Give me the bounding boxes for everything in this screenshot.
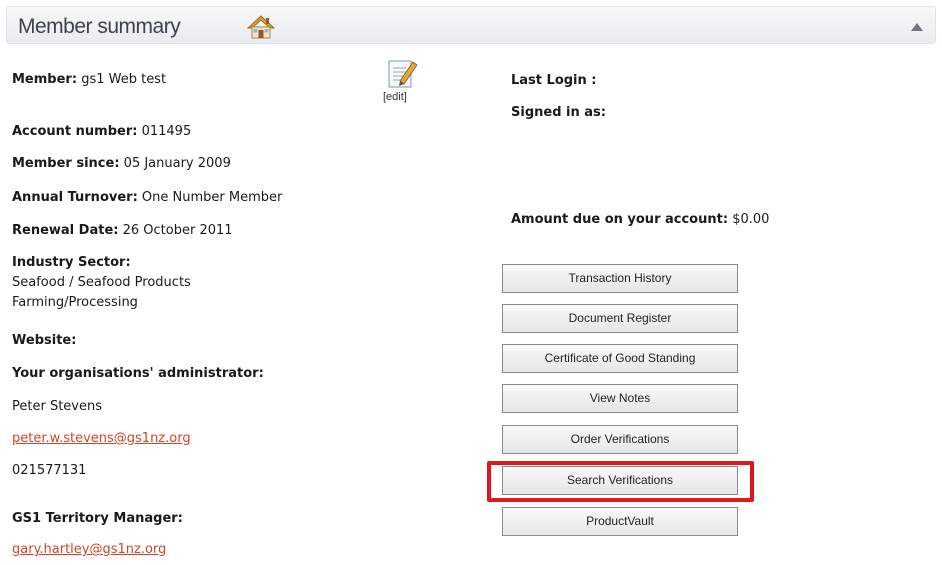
edit-link[interactable]: [edit] bbox=[383, 91, 407, 103]
account-row: Account number: 011495 bbox=[12, 122, 191, 142]
administrator-name: Peter Stevens bbox=[12, 399, 102, 414]
amount-due-row: Amount due on your account: $0.00 bbox=[511, 210, 769, 230]
administrator-phone: 021577131 bbox=[12, 463, 87, 478]
turnover-label: Annual Turnover: bbox=[12, 190, 138, 205]
account-label: Account number: bbox=[12, 124, 138, 139]
productvault-button[interactable]: ProductVault bbox=[502, 507, 738, 536]
signed-in-label: Signed in as: bbox=[511, 105, 606, 120]
document-register-button[interactable]: Document Register bbox=[502, 304, 738, 333]
amount-due-label: Amount due on your account: bbox=[511, 212, 729, 227]
renewal-label: Renewal Date: bbox=[12, 223, 119, 238]
member-since-row: Member since: 05 January 2009 bbox=[12, 154, 231, 174]
account-value: 011495 bbox=[141, 124, 192, 139]
member-summary-header: Member summary bbox=[6, 6, 936, 44]
administrator-label: Your organisations' administrator: bbox=[12, 366, 264, 381]
collapse-up-icon[interactable] bbox=[911, 23, 923, 31]
renewal-row: Renewal Date: 26 October 2011 bbox=[12, 221, 233, 241]
page-title: Member summary bbox=[18, 15, 181, 38]
highlight-box bbox=[487, 461, 754, 502]
industry-sector-line2: Farming/Processing bbox=[12, 295, 138, 310]
home-icon bbox=[247, 15, 275, 39]
industry-sector-line1: Seafood / Seafood Products bbox=[12, 275, 191, 290]
administrator-email-link[interactable]: peter.w.stevens@gs1nz.org bbox=[12, 429, 191, 449]
territory-manager-email-link[interactable]: gary.hartley@gs1nz.org bbox=[12, 540, 166, 560]
order-verifications-button[interactable]: Order Verifications bbox=[502, 425, 738, 454]
territory-manager-label: GS1 Territory Manager: bbox=[12, 511, 183, 526]
transaction-history-button[interactable]: Transaction History bbox=[502, 264, 738, 293]
member-since-value: 05 January 2009 bbox=[123, 156, 231, 171]
turnover-row: Annual Turnover: One Number Member bbox=[12, 188, 282, 208]
certificate-of-good-standing-button[interactable]: Certificate of Good Standing bbox=[502, 344, 738, 373]
edit-icon[interactable] bbox=[386, 57, 418, 91]
view-notes-button[interactable]: View Notes bbox=[502, 384, 738, 413]
member-since-label: Member since: bbox=[12, 156, 120, 171]
member-value: gs1 Web test bbox=[81, 72, 167, 87]
website-label: Website: bbox=[12, 333, 77, 348]
last-login-label: Last Login : bbox=[511, 73, 597, 88]
renewal-value: 26 October 2011 bbox=[122, 223, 233, 238]
member-label: Member: bbox=[12, 72, 78, 87]
turnover-value: One Number Member bbox=[141, 190, 283, 205]
industry-sector-label: Industry Sector: bbox=[12, 255, 131, 270]
member-row: Member: gs1 Web test bbox=[12, 70, 166, 90]
amount-due-value: $0.00 bbox=[732, 212, 770, 227]
